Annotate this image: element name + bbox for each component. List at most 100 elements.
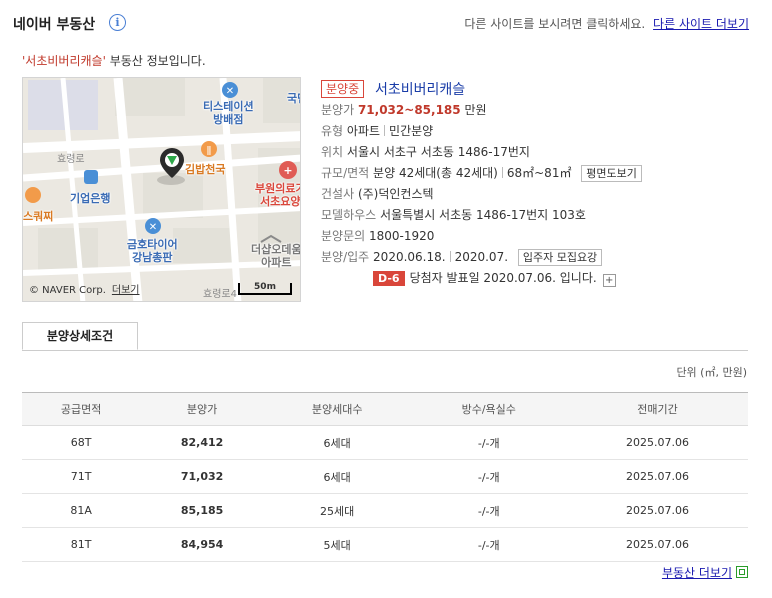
modelhouse-label: 모델하우스 bbox=[321, 208, 377, 222]
divider bbox=[501, 167, 503, 178]
type-value: 아파트 bbox=[346, 124, 381, 138]
intro-suffix: 부동산 정보입니다. bbox=[105, 54, 206, 68]
intro-text: '서초비버리캐슬' 부동산 정보입니다. bbox=[22, 52, 206, 69]
col-units: 분양세대수 bbox=[263, 392, 411, 426]
col-rooms: 방수/욕실수 bbox=[410, 392, 568, 426]
location-label: 위치 bbox=[321, 145, 344, 159]
divider bbox=[449, 251, 451, 262]
table-header-row: 공급면적 분양가 분양세대수 방수/욕실수 전매기간 bbox=[22, 392, 748, 426]
map-scale-bar: 50m bbox=[238, 283, 292, 295]
map-label-kimbap: 김밥천국 bbox=[185, 163, 226, 176]
divider bbox=[384, 125, 386, 136]
svg-text:✕: ✕ bbox=[226, 86, 234, 97]
builder-label: 건설사 bbox=[321, 187, 355, 201]
unit-note: 단위 (㎡, 만원) bbox=[676, 366, 747, 379]
map-label-apt: 더샵오데움 아파트 bbox=[251, 243, 301, 269]
cell-resale: 2025.07.06 bbox=[567, 493, 748, 528]
dates-label: 분양/입주 bbox=[321, 250, 370, 264]
modelhouse-value: 서울특별시 서초동 1486-17번지 103호 bbox=[380, 208, 586, 222]
cell-price: 71,032 bbox=[140, 459, 264, 494]
map-copyright: © NAVER Corp. 더보기 bbox=[29, 281, 140, 296]
row-price: 분양가 71,032~85,185 만원 bbox=[321, 100, 751, 121]
header-bar: 네이버 부동산 i 다른 사이트를 보시려면 클릭하세요. 다른 사이트 더보기 bbox=[13, 12, 749, 34]
cell-area: 81A bbox=[22, 493, 141, 528]
row-dday: D-6 당첨자 발표일 2020.07.06. 입니다. + bbox=[321, 268, 751, 289]
svg-text:+: + bbox=[283, 164, 292, 177]
cell-area: 81T bbox=[22, 527, 141, 562]
map-label-tstation: 티스테이션 방배점 bbox=[203, 100, 254, 126]
external-link-icon[interactable] bbox=[736, 566, 748, 578]
cell-price: 84,954 bbox=[140, 527, 264, 562]
info-icon[interactable]: i bbox=[109, 14, 126, 31]
row-builder: 건설사 (주)덕인컨스텍 bbox=[321, 184, 751, 205]
inquiry-value: 1800-1920 bbox=[369, 229, 435, 243]
floorplan-button[interactable]: 평면도보기 bbox=[581, 165, 642, 182]
location-value: 서울시 서초구 서초동 1486-17번지 bbox=[346, 145, 530, 159]
size-label: 규모/면적 bbox=[321, 166, 370, 180]
bank-poi-icon bbox=[84, 170, 98, 184]
row-inquiry: 분양문의 1800-1920 bbox=[321, 226, 751, 247]
map-more-link[interactable]: 더보기 bbox=[112, 285, 140, 296]
header-other-sites: 다른 사이트를 보시려면 클릭하세요. 다른 사이트 더보기 bbox=[464, 15, 749, 32]
size-value: 분양 42세대(총 42세대) bbox=[373, 166, 498, 180]
location-map[interactable]: ✕ ǁ + ✕ 티스테이션 방배점 국민 김밥천국 기업은행 부원의료기 서초요… bbox=[22, 77, 301, 302]
movein-date-value: 2020.07. bbox=[454, 250, 509, 264]
cell-price: 82,412 bbox=[140, 425, 264, 460]
map-road-label: 효령로 bbox=[57, 154, 85, 165]
builder-value: (주)덕인컨스텍 bbox=[357, 187, 434, 201]
cell-resale: 2025.07.06 bbox=[567, 527, 748, 562]
map-label-cafe: 스쿼찌 bbox=[23, 210, 54, 223]
map-label-hospital: 부원의료기 서초요양 bbox=[255, 182, 301, 208]
table-row: 81A 85,185 25세대 -/-개 2025.07.06 bbox=[22, 493, 748, 528]
tab-sale-conditions[interactable]: 분양상세조건 bbox=[22, 322, 138, 350]
recruitment-notice-button[interactable]: 입주자 모집요강 bbox=[517, 249, 603, 266]
intro-property-name: '서초비버리캐슬' bbox=[22, 54, 106, 68]
map-copyright-text: © NAVER Corp. bbox=[29, 285, 106, 296]
cell-rooms: -/-개 bbox=[410, 527, 568, 562]
brand-title: 네이버 부동산 bbox=[13, 17, 96, 33]
sale-date-value: 2020.06.18. bbox=[373, 250, 446, 264]
detail-tabs: 분양상세조건 bbox=[22, 322, 748, 351]
map-label-tire: 금호타이어 강남총판 bbox=[127, 238, 178, 264]
type-value-2: 민간분양 bbox=[389, 124, 434, 138]
cell-price: 85,185 bbox=[140, 493, 264, 528]
area-value: 68㎡~81㎡ bbox=[506, 166, 572, 180]
inquiry-label: 분양문의 bbox=[321, 229, 366, 243]
map-label-ibk: 기업은행 bbox=[70, 192, 111, 205]
row-type: 유형 아파트 민간분양 bbox=[321, 121, 751, 142]
row-modelhouse: 모델하우스 서울특별시 서초동 1486-17번지 103호 bbox=[321, 205, 751, 226]
price-unit: 만원 bbox=[464, 103, 487, 117]
col-price: 분양가 bbox=[140, 392, 264, 426]
table-row: 68T 82,412 6세대 -/-개 2025.07.06 bbox=[22, 425, 748, 460]
status-badge: 분양중 bbox=[321, 80, 365, 98]
property-details: 분양중 서초비버리캐슬 분양가 71,032~85,185 만원 유형 아파트 민… bbox=[321, 78, 751, 289]
map-road-label-2: 효령로4 bbox=[203, 289, 237, 300]
cell-resale: 2025.07.06 bbox=[567, 459, 748, 494]
property-title[interactable]: 서초비버리캐슬 bbox=[375, 79, 465, 99]
cell-resale: 2025.07.06 bbox=[567, 425, 748, 460]
realestate-more-link[interactable]: 부동산 더보기 bbox=[662, 566, 732, 580]
svg-text:ǁ: ǁ bbox=[207, 145, 212, 156]
row-dates: 분양/입주 2020.06.18. 2020.07. 입주자 모집요강 bbox=[321, 247, 751, 268]
col-supply-area: 공급면적 bbox=[22, 392, 141, 426]
cell-area: 71T bbox=[22, 459, 141, 494]
row-size: 규모/면적 분양 42세대(총 42세대) 68㎡~81㎡ 평면도보기 bbox=[321, 163, 751, 184]
other-sites-prompt: 다른 사이트를 보시려면 클릭하세요. bbox=[464, 17, 646, 31]
cell-rooms: -/-개 bbox=[410, 459, 568, 494]
type-label: 유형 bbox=[321, 124, 344, 138]
cell-area: 68T bbox=[22, 425, 141, 460]
table-row: 81T 84,954 5세대 -/-개 2025.07.06 bbox=[22, 527, 748, 562]
map-label-corner: 국민 bbox=[287, 92, 300, 105]
table-row: 71T 71,032 6세대 -/-개 2025.07.06 bbox=[22, 459, 748, 494]
cell-rooms: -/-개 bbox=[410, 425, 568, 460]
cell-units: 6세대 bbox=[263, 459, 411, 494]
dday-text: 당첨자 발표일 2020.07.06. 입니다. bbox=[409, 271, 597, 285]
row-location: 위치 서울시 서초구 서초동 1486-17번지 bbox=[321, 142, 751, 163]
other-sites-link[interactable]: 다른 사이트 더보기 bbox=[653, 17, 749, 31]
conditions-table: 공급면적 분양가 분양세대수 방수/욕실수 전매기간 68T 82,412 6세… bbox=[22, 392, 748, 562]
expand-plus-icon[interactable]: + bbox=[602, 274, 616, 287]
cafe-poi-icon bbox=[25, 187, 41, 203]
svg-text:✕: ✕ bbox=[149, 222, 157, 233]
price-label: 분양가 bbox=[321, 103, 355, 117]
price-value: 71,032~85,185 bbox=[357, 103, 461, 117]
